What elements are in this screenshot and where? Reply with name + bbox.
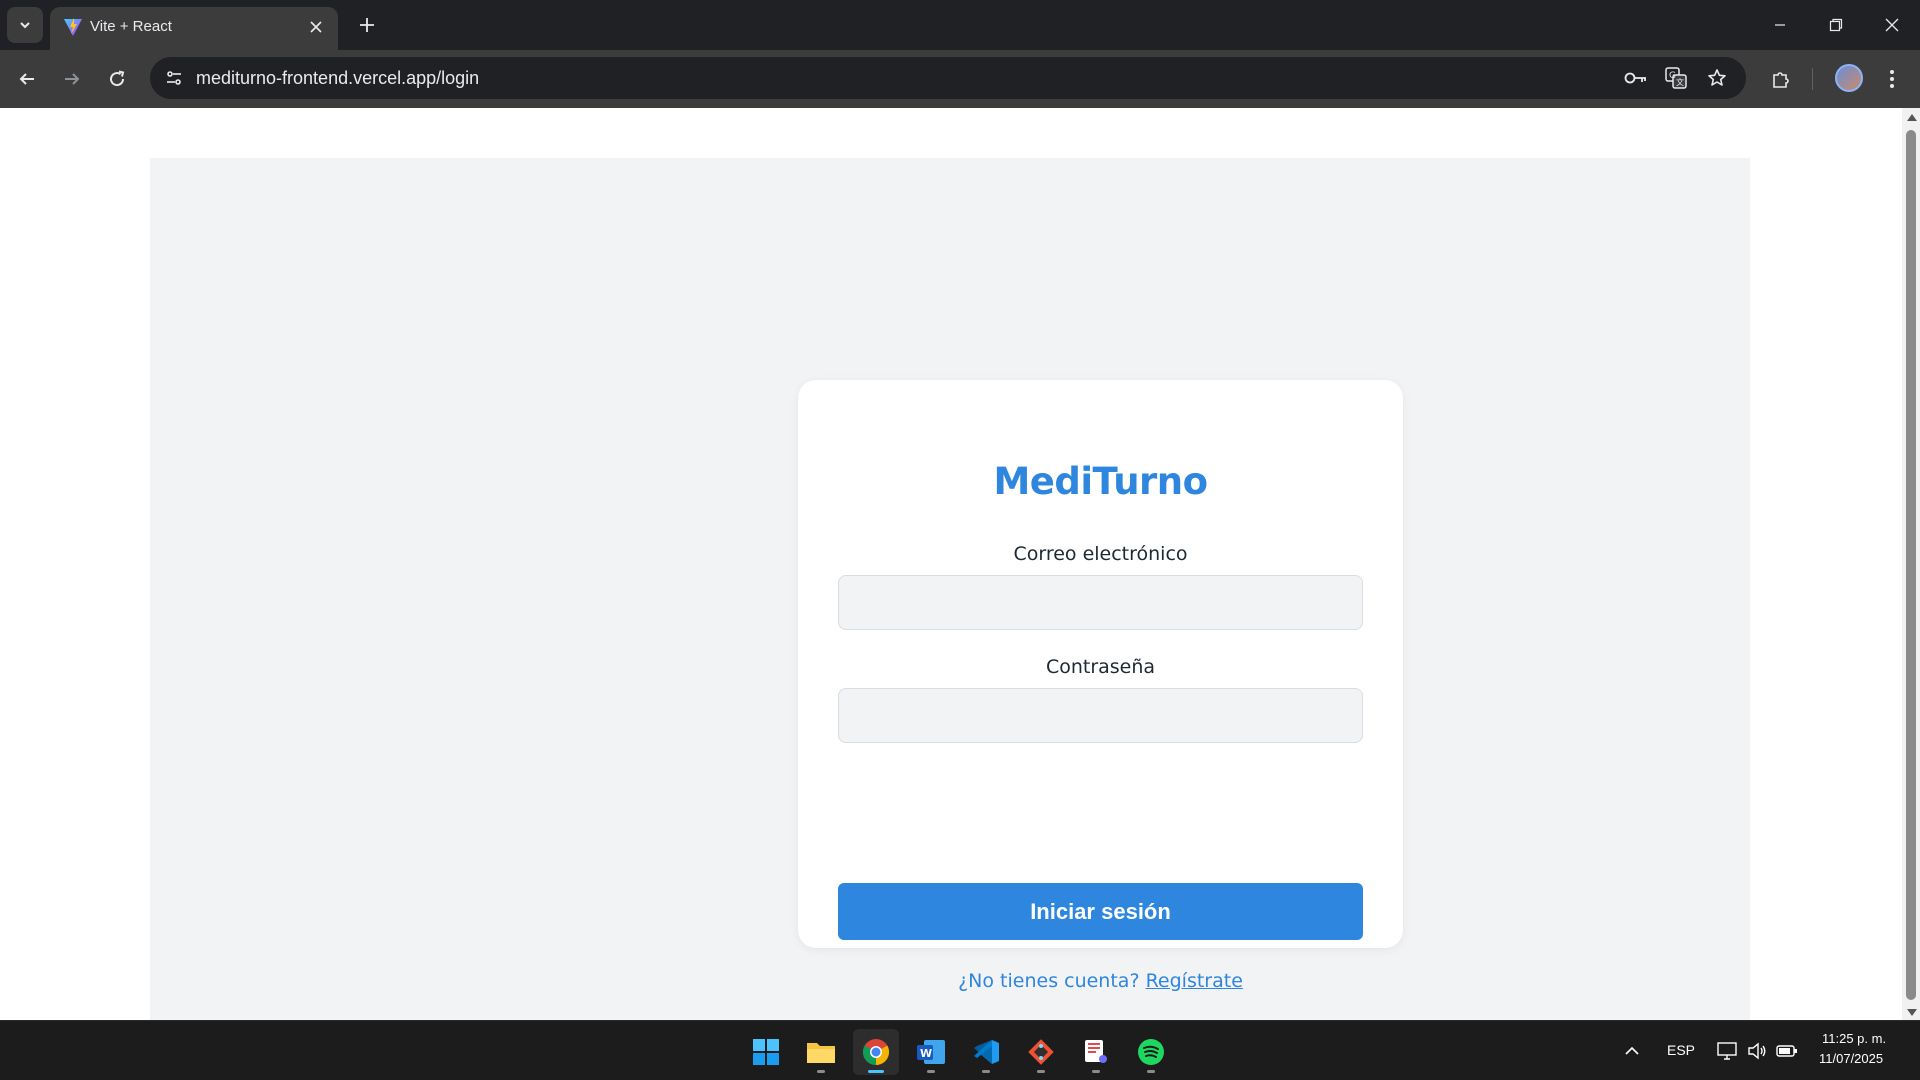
toolbar-separator <box>1812 68 1813 90</box>
show-hidden-icons-button[interactable] <box>1620 1039 1644 1063</box>
snipping-tool-button[interactable] <box>1073 1029 1119 1075</box>
language-indicator[interactable]: ESP <box>1667 1042 1695 1058</box>
git-client-button[interactable] <box>1018 1029 1064 1075</box>
volume-icon[interactable] <box>1745 1039 1769 1063</box>
svg-text:文: 文 <box>1676 77 1684 87</box>
chevron-down-icon <box>20 22 30 29</box>
back-button[interactable] <box>9 61 45 97</box>
restore-icon <box>1829 18 1843 32</box>
tab-close-button[interactable] <box>304 15 328 39</box>
arrow-left-icon <box>19 73 34 85</box>
volume-icon <box>1748 1042 1766 1060</box>
clock-date[interactable]: 11/07/2025 <box>1819 1051 1883 1066</box>
reload-button[interactable] <box>99 61 135 97</box>
running-indicator <box>817 1070 825 1073</box>
battery-icon[interactable] <box>1775 1039 1799 1063</box>
active-indicator <box>868 1070 884 1073</box>
file-explorer-button[interactable] <box>798 1029 844 1075</box>
chevron-up-icon <box>1625 1046 1639 1055</box>
password-label: Contraseña <box>1045 656 1156 678</box>
register-prompt: ¿No tienes cuenta? <box>958 970 1140 992</box>
site-info-button[interactable] <box>158 62 190 94</box>
running-indicator <box>1037 1070 1045 1073</box>
puzzle-icon <box>1773 72 1789 88</box>
running-indicator <box>1092 1070 1100 1073</box>
register-prompt-line: ¿No tienes cuenta? Regístrate <box>798 970 1403 992</box>
forward-button[interactable] <box>54 61 90 97</box>
chrome-icon <box>862 1039 890 1066</box>
page-viewport: MediTurno Correo electrónico Contraseña … <box>0 108 1902 1020</box>
plus-icon <box>360 18 374 32</box>
git-icon <box>1028 1039 1054 1065</box>
new-tab-button[interactable] <box>352 10 382 40</box>
close-window-button[interactable] <box>1864 0 1920 50</box>
key-icon <box>1624 72 1646 84</box>
minimize-icon <box>1775 24 1785 26</box>
close-icon <box>310 21 322 33</box>
browser-tab[interactable]: Vite + React <box>50 7 338 50</box>
scroll-down-arrow-icon[interactable] <box>1907 1009 1917 1016</box>
bookmark-button[interactable] <box>1701 62 1733 94</box>
brand-title: MediTurno <box>993 460 1208 503</box>
arrow-right-icon <box>65 73 80 85</box>
more-vertical-icon <box>1890 70 1894 88</box>
restore-button[interactable] <box>1808 0 1864 50</box>
translate-icon: G文 <box>1665 67 1687 89</box>
scroll-up-arrow-icon[interactable] <box>1907 114 1917 121</box>
email-label: Correo electrónico <box>1013 543 1188 565</box>
folder-icon <box>807 1043 835 1063</box>
network-icon[interactable] <box>1715 1039 1739 1063</box>
password-field[interactable] <box>838 688 1363 743</box>
reload-icon <box>110 70 125 87</box>
translate-button[interactable]: G文 <box>1660 62 1692 94</box>
browser-tab-bar: Vite + React <box>0 0 1920 50</box>
windows-start-icon <box>753 1039 779 1065</box>
login-button[interactable]: Iniciar sesión <box>838 883 1363 940</box>
login-card: MediTurno Correo electrónico Contraseña … <box>798 380 1403 992</box>
password-manager-button[interactable] <box>1620 62 1652 94</box>
profile-avatar[interactable] <box>1835 64 1863 92</box>
url-text: mediturno-frontend.vercel.app/login <box>196 68 480 88</box>
chrome-button[interactable] <box>853 1029 899 1075</box>
word-icon: W <box>917 1040 945 1064</box>
vite-logo-icon <box>64 18 82 36</box>
svg-text:G: G <box>1669 71 1676 81</box>
vscode-button[interactable] <box>963 1029 1009 1075</box>
browser-toolbar: mediturno-frontend.vercel.app/login G文 <box>0 50 1920 108</box>
tune-icon <box>167 71 181 85</box>
close-icon <box>1885 18 1899 32</box>
scroll-thumb[interactable] <box>1906 130 1916 1000</box>
running-indicator <box>982 1070 990 1073</box>
clock-time[interactable]: 11:25 p. m. <box>1822 1031 1886 1046</box>
network-icon <box>1717 1042 1737 1060</box>
running-indicator <box>1147 1070 1155 1073</box>
minimize-button[interactable] <box>1752 0 1808 50</box>
extensions-button[interactable] <box>1763 61 1799 97</box>
vscode-icon <box>974 1040 999 1064</box>
running-indicator <box>927 1070 935 1073</box>
word-button[interactable]: W <box>908 1029 954 1075</box>
page-background: MediTurno Correo electrónico Contraseña … <box>150 158 1750 1020</box>
svg-text:W: W <box>920 1047 932 1060</box>
snipping-icon <box>1085 1040 1107 1063</box>
register-link[interactable]: Regístrate <box>1146 970 1243 992</box>
page-scrollbar[interactable] <box>1902 108 1920 1020</box>
start-button[interactable] <box>743 1029 789 1075</box>
address-bar[interactable]: mediturno-frontend.vercel.app/login G文 <box>150 57 1746 99</box>
browser-menu-button[interactable] <box>1874 61 1910 97</box>
email-field[interactable] <box>838 575 1363 630</box>
windows-taskbar: W ESP 11:25 p. m. 11/07/2025 <box>0 1020 1920 1080</box>
spotify-icon <box>1138 1039 1164 1065</box>
tab-search-button[interactable] <box>7 7 43 43</box>
tab-title: Vite + React <box>90 18 172 35</box>
battery-icon <box>1776 1045 1797 1057</box>
spotify-button[interactable] <box>1128 1029 1174 1075</box>
star-icon <box>1708 69 1726 86</box>
